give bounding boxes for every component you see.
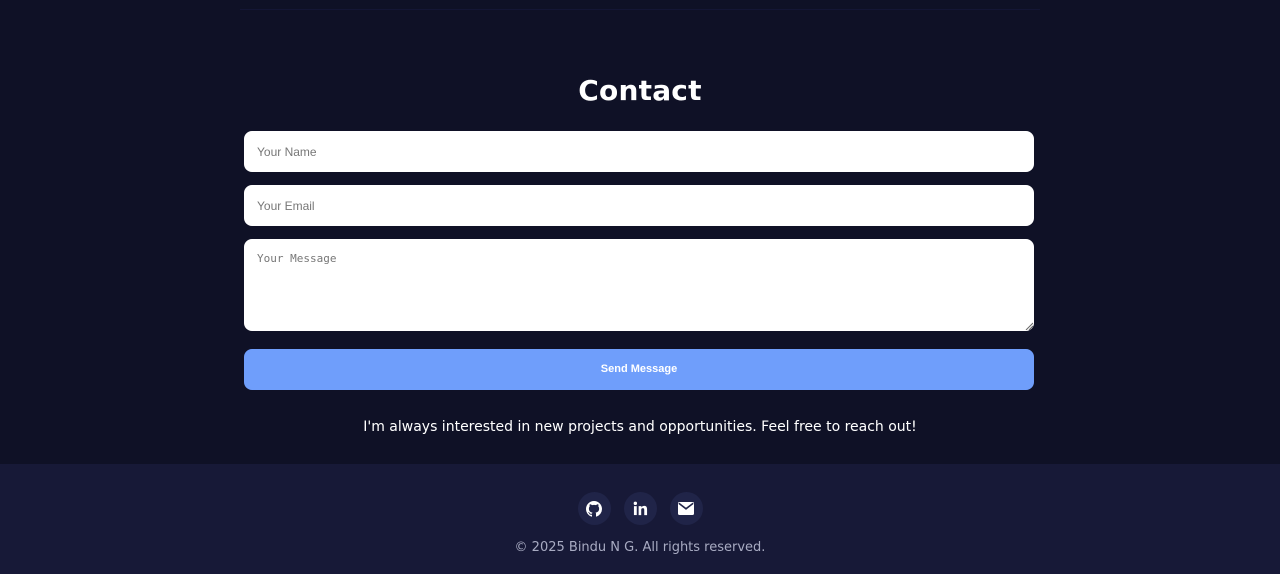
email-input[interactable]	[244, 185, 1034, 226]
github-link[interactable]	[577, 492, 611, 525]
linkedin-link[interactable]	[623, 492, 657, 525]
contact-note: I'm always interested in new projects an…	[363, 419, 917, 435]
email-field-wrapper	[244, 185, 1034, 226]
contact-title: Contact	[578, 74, 702, 107]
copyright-text: © 2025 Bindu N G. All rights reserved.	[514, 540, 766, 555]
message-textarea[interactable]	[244, 239, 1034, 331]
name-input[interactable]	[244, 131, 1034, 172]
send-message-button[interactable]: Send Message	[244, 349, 1034, 390]
contact-section: Contact Send Message I'm always interest…	[0, 0, 1280, 464]
message-field-wrapper	[244, 239, 1034, 331]
section-divider	[240, 0, 1040, 10]
footer: © 2025 Bindu N G. All rights reserved.	[0, 464, 1280, 574]
resize-grip-icon[interactable]	[1025, 322, 1033, 330]
email-link[interactable]	[669, 492, 703, 525]
envelope-icon	[678, 502, 694, 515]
github-icon	[586, 500, 602, 517]
linkedin-icon	[633, 501, 647, 516]
social-links	[0, 492, 1280, 525]
name-field-wrapper	[244, 131, 1034, 172]
